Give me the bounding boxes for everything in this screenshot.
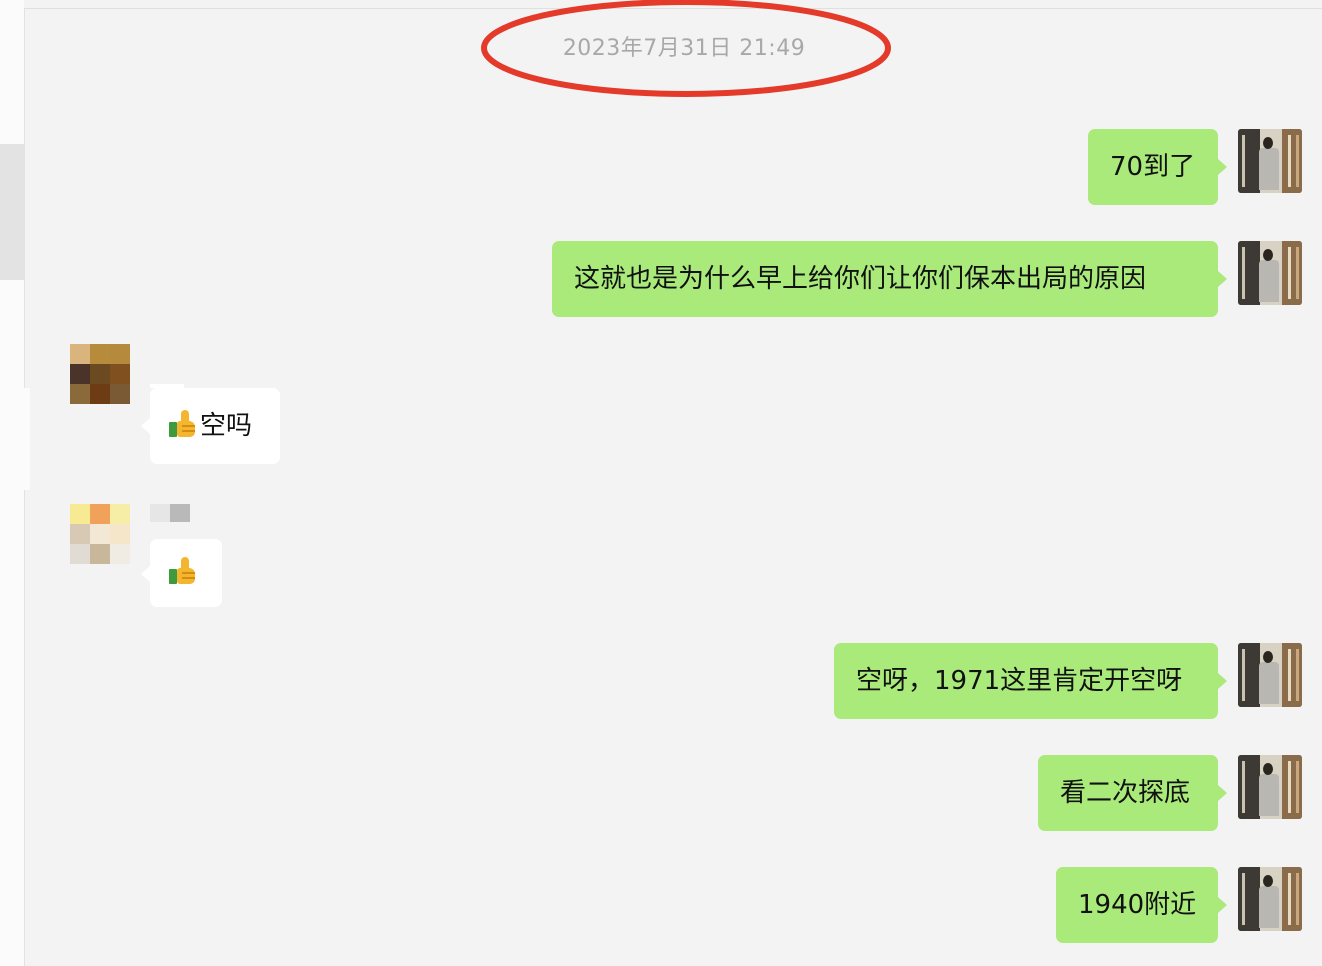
- bubble-tail: [1218, 271, 1227, 287]
- message-text: 空吗: [200, 411, 253, 441]
- annotation-ellipse: [481, 0, 891, 97]
- thumbs-up-icon: [168, 409, 198, 439]
- self-avatar[interactable]: [1238, 755, 1302, 819]
- outgoing-message-bubble[interactable]: 70到了: [1088, 129, 1218, 205]
- sidebar-scrollbar[interactable]: [0, 144, 24, 280]
- bubble-tail: [1218, 785, 1227, 801]
- contact-avatar-blurred[interactable]: [70, 344, 130, 404]
- bubble-tail: [1218, 159, 1227, 175]
- bubble-tail: [141, 566, 150, 582]
- sender-name-blurred: [150, 504, 170, 522]
- message-text: 这就也是为什么早上给你们让你们保本出局的原因: [574, 264, 1147, 294]
- outgoing-message-bubble[interactable]: 这就也是为什么早上给你们让你们保本出局的原因: [552, 241, 1218, 317]
- self-avatar[interactable]: [1238, 643, 1302, 707]
- message-text: 70到了: [1110, 152, 1196, 182]
- message-text: 空呀，1971这里肯定开空呀: [856, 666, 1183, 696]
- thumbs-up-icon: [168, 556, 198, 586]
- outgoing-message-bubble[interactable]: 看二次探底: [1038, 755, 1218, 831]
- sidebar-edge-fragment: [24, 388, 30, 490]
- self-avatar[interactable]: [1238, 129, 1302, 193]
- outgoing-message-bubble[interactable]: 空呀，1971这里肯定开空呀: [834, 643, 1218, 719]
- bubble-tail: [1218, 897, 1227, 913]
- bubble-tail: [141, 418, 150, 434]
- bubble-tail: [1218, 673, 1227, 689]
- incoming-message-bubble[interactable]: [150, 539, 222, 607]
- message-text: 看二次探底: [1060, 778, 1191, 808]
- self-avatar[interactable]: [1238, 867, 1302, 931]
- self-avatar[interactable]: [1238, 241, 1302, 305]
- contact-avatar-blurred[interactable]: [70, 504, 130, 564]
- sender-name-blurred: [170, 504, 190, 522]
- incoming-message-bubble[interactable]: 空吗: [150, 388, 280, 464]
- outgoing-message-bubble[interactable]: 1940附近: [1056, 867, 1218, 943]
- message-text: 1940附近: [1078, 890, 1197, 920]
